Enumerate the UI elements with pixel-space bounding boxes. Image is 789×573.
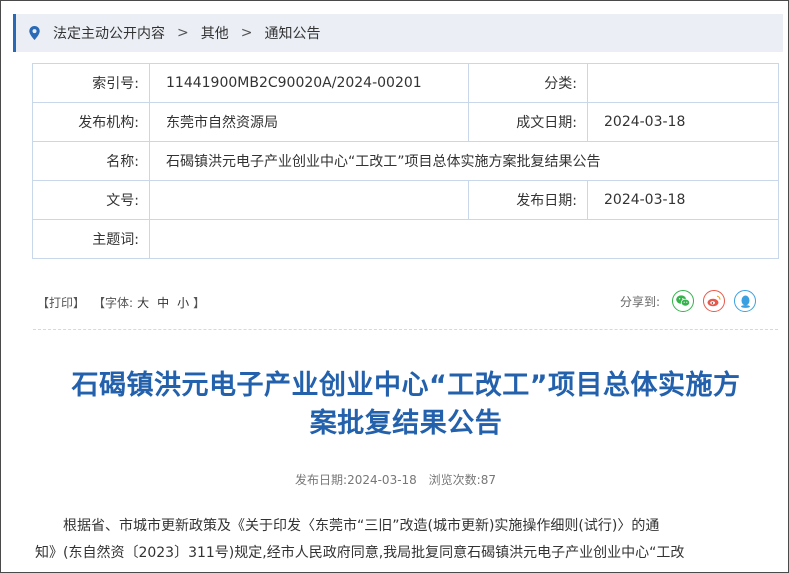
- index-value: 11441900MB2C90020A/2024-00201: [149, 63, 469, 103]
- location-pin-icon: [29, 26, 40, 40]
- divider: [33, 329, 778, 330]
- publisher-label: 发布机构:: [32, 102, 150, 142]
- breadcrumb-item-other[interactable]: 其他: [201, 23, 229, 43]
- body-line1: 根据省、市城市更新政策及《关于印发〈东莞市“三旧”改造(城市更新)实施操作细则(…: [63, 518, 660, 534]
- breadcrumb-separator: >: [177, 25, 189, 41]
- table-row: 发布机构: 东莞市自然资源局 成文日期: 2024-03-18: [32, 102, 779, 142]
- meta-views-label: 浏览次数:: [428, 473, 481, 487]
- breadcrumb-separator: >: [240, 25, 253, 41]
- font-small-link[interactable]: 小: [177, 294, 189, 311]
- font-medium-link[interactable]: 中: [157, 294, 169, 311]
- publish-date-value: 2024-03-18: [587, 180, 779, 220]
- article-meta: 发布日期:2024-03-18 浏览次数:87: [1, 471, 788, 488]
- page-frame: 法定主动公开内容 > 其他 > 通知公告 索引号: 11441900MB2C90…: [0, 0, 789, 573]
- meta-views: 87: [480, 473, 496, 487]
- breadcrumb-item-notices[interactable]: 通知公告: [264, 23, 320, 43]
- print-link[interactable]: 【打印】: [37, 294, 85, 311]
- category-label: 分类:: [468, 63, 588, 103]
- name-value: 石碣镇洪元电子产业创业中心“工改工”项目总体实施方案批复结果公告: [149, 141, 779, 181]
- article-body: 根据省、市城市更新政策及《关于印发〈东莞市“三旧”改造(城市更新)实施操作细则(…: [35, 513, 775, 567]
- article-title: 石碣镇洪元电子产业创业中心“工改工”项目总体实施方 案批复结果公告: [21, 367, 788, 443]
- wechat-icon[interactable]: [672, 290, 695, 312]
- breadcrumb-item-public-content[interactable]: 法定主动公开内容: [53, 23, 165, 43]
- font-size-prefix: 【字体:: [93, 296, 134, 310]
- created-date-label: 成文日期:: [468, 102, 588, 142]
- subject-value: [149, 219, 779, 259]
- subject-label: 主题词:: [32, 219, 150, 259]
- category-value: [587, 63, 779, 103]
- index-label: 索引号:: [32, 63, 150, 103]
- table-row: 主题词:: [32, 219, 779, 259]
- article-title-line1: 石碣镇洪元电子产业创业中心“工改工”项目总体实施方: [71, 370, 741, 401]
- table-row: 文号: 发布日期: 2024-03-18: [32, 180, 779, 220]
- article-paragraph: 根据省、市城市更新政策及《关于印发〈东莞市“三旧”改造(城市更新)实施操作细则(…: [35, 513, 775, 567]
- table-row: 索引号: 11441900MB2C90020A/2024-00201 分类:: [32, 63, 779, 103]
- table-row: 名称: 石碣镇洪元电子产业创业中心“工改工”项目总体实施方案批复结果公告: [32, 141, 779, 181]
- qq-icon[interactable]: [734, 290, 757, 312]
- font-size-suffix: 】: [193, 296, 206, 310]
- font-large-link[interactable]: 大: [137, 294, 149, 311]
- name-label: 名称:: [32, 141, 150, 181]
- document-info-table: 索引号: 11441900MB2C90020A/2024-00201 分类: 发…: [32, 63, 779, 259]
- doc-number-value: [149, 180, 469, 220]
- share-bar: 分享到:: [620, 290, 765, 312]
- page-tools: 【打印】 【字体: 大 中 小 】: [37, 294, 205, 311]
- weibo-icon[interactable]: [703, 290, 726, 312]
- meta-date: 2024-03-18: [347, 473, 417, 487]
- breadcrumb: 法定主动公开内容 > 其他 > 通知公告: [13, 14, 783, 52]
- body-line2: 知》(东自然资〔2023〕311号)规定,经市人民政府同意,我局批复同意石碣镇洪…: [35, 545, 685, 561]
- doc-number-label: 文号:: [32, 180, 150, 220]
- article-title-line2: 案批复结果公告: [309, 408, 503, 439]
- publisher-value: 东莞市自然资源局: [149, 102, 469, 142]
- meta-date-label: 发布日期:: [295, 473, 348, 487]
- share-label: 分享到:: [620, 294, 661, 309]
- publish-date-label: 发布日期:: [468, 180, 588, 220]
- created-date-value: 2024-03-18: [587, 102, 779, 142]
